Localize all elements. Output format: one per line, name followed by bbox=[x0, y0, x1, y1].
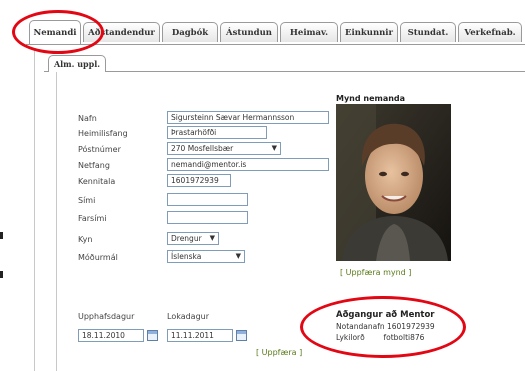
start-date-input[interactable]: 18.11.2010 bbox=[78, 329, 144, 342]
tab-verkefnab[interactable]: Verkefnab. bbox=[458, 22, 522, 42]
highlight-circle-access bbox=[300, 296, 466, 358]
end-date-input[interactable]: 11.11.2011 bbox=[167, 329, 233, 342]
email-label: Netfang bbox=[78, 161, 110, 170]
name-input[interactable]: Sigursteinn Sævar Hermannsson bbox=[167, 111, 329, 124]
left-edge-mark bbox=[0, 232, 3, 239]
kennitala-label: Kennitala bbox=[78, 177, 116, 186]
calendar-icon[interactable] bbox=[236, 330, 247, 341]
postcode-value: 270 Mosfellsbær bbox=[171, 144, 234, 153]
tab-heimav[interactable]: Heimav. bbox=[280, 22, 338, 42]
tab-einkunnir[interactable]: Einkunnir bbox=[340, 22, 398, 42]
address-label: Heimilisfang bbox=[78, 129, 128, 138]
postcode-select[interactable]: 270 Mosfellsbær ▼ bbox=[167, 142, 281, 155]
student-photo-image bbox=[336, 104, 451, 261]
name-label: Nafn bbox=[78, 114, 97, 123]
language-value: Íslenska bbox=[171, 252, 202, 261]
kennitala-input[interactable]: 1601972939 bbox=[167, 174, 231, 187]
language-select[interactable]: Íslenska ▼ bbox=[167, 250, 245, 263]
update-photo-link[interactable]: [ Uppfæra mynd ] bbox=[340, 268, 411, 277]
photo-title: Mynd nemanda bbox=[336, 94, 406, 103]
mobile-label: Farsími bbox=[78, 214, 107, 223]
tab-dagbok[interactable]: Dagbók bbox=[162, 22, 218, 42]
student-photo bbox=[336, 104, 451, 261]
subtab-alm-uppl[interactable]: Alm. uppl. bbox=[48, 55, 106, 72]
gender-value: Drengur bbox=[171, 234, 202, 243]
gender-label: Kyn bbox=[78, 235, 93, 244]
left-edge-mark bbox=[0, 271, 3, 278]
end-date-label: Lokadagur bbox=[167, 312, 210, 321]
address-input[interactable]: Þrastarhöfði bbox=[167, 126, 267, 139]
update-link[interactable]: [ Uppfæra ] bbox=[256, 348, 302, 357]
chevron-down-icon: ▼ bbox=[235, 252, 241, 260]
tab-astundun[interactable]: Ástundun bbox=[220, 22, 278, 42]
email-input[interactable]: nemandi@mentor.is bbox=[167, 158, 329, 171]
start-date-label: Upphafsdagur bbox=[78, 312, 135, 321]
phone-input[interactable] bbox=[167, 193, 248, 206]
mobile-input[interactable] bbox=[167, 211, 248, 224]
postcode-label: Póstnúmer bbox=[78, 145, 121, 154]
tab-stundat[interactable]: Stundat. bbox=[400, 22, 456, 42]
language-label: Móðurmál bbox=[78, 253, 118, 262]
phone-label: Sími bbox=[78, 196, 96, 205]
chevron-down-icon: ▼ bbox=[271, 144, 277, 152]
gender-select[interactable]: Drengur ▼ bbox=[167, 232, 219, 245]
calendar-icon[interactable] bbox=[147, 330, 158, 341]
chevron-down-icon: ▼ bbox=[209, 234, 215, 242]
tab-bar-divider bbox=[26, 44, 525, 45]
tab-nemandi[interactable]: Nemandi bbox=[29, 20, 81, 44]
